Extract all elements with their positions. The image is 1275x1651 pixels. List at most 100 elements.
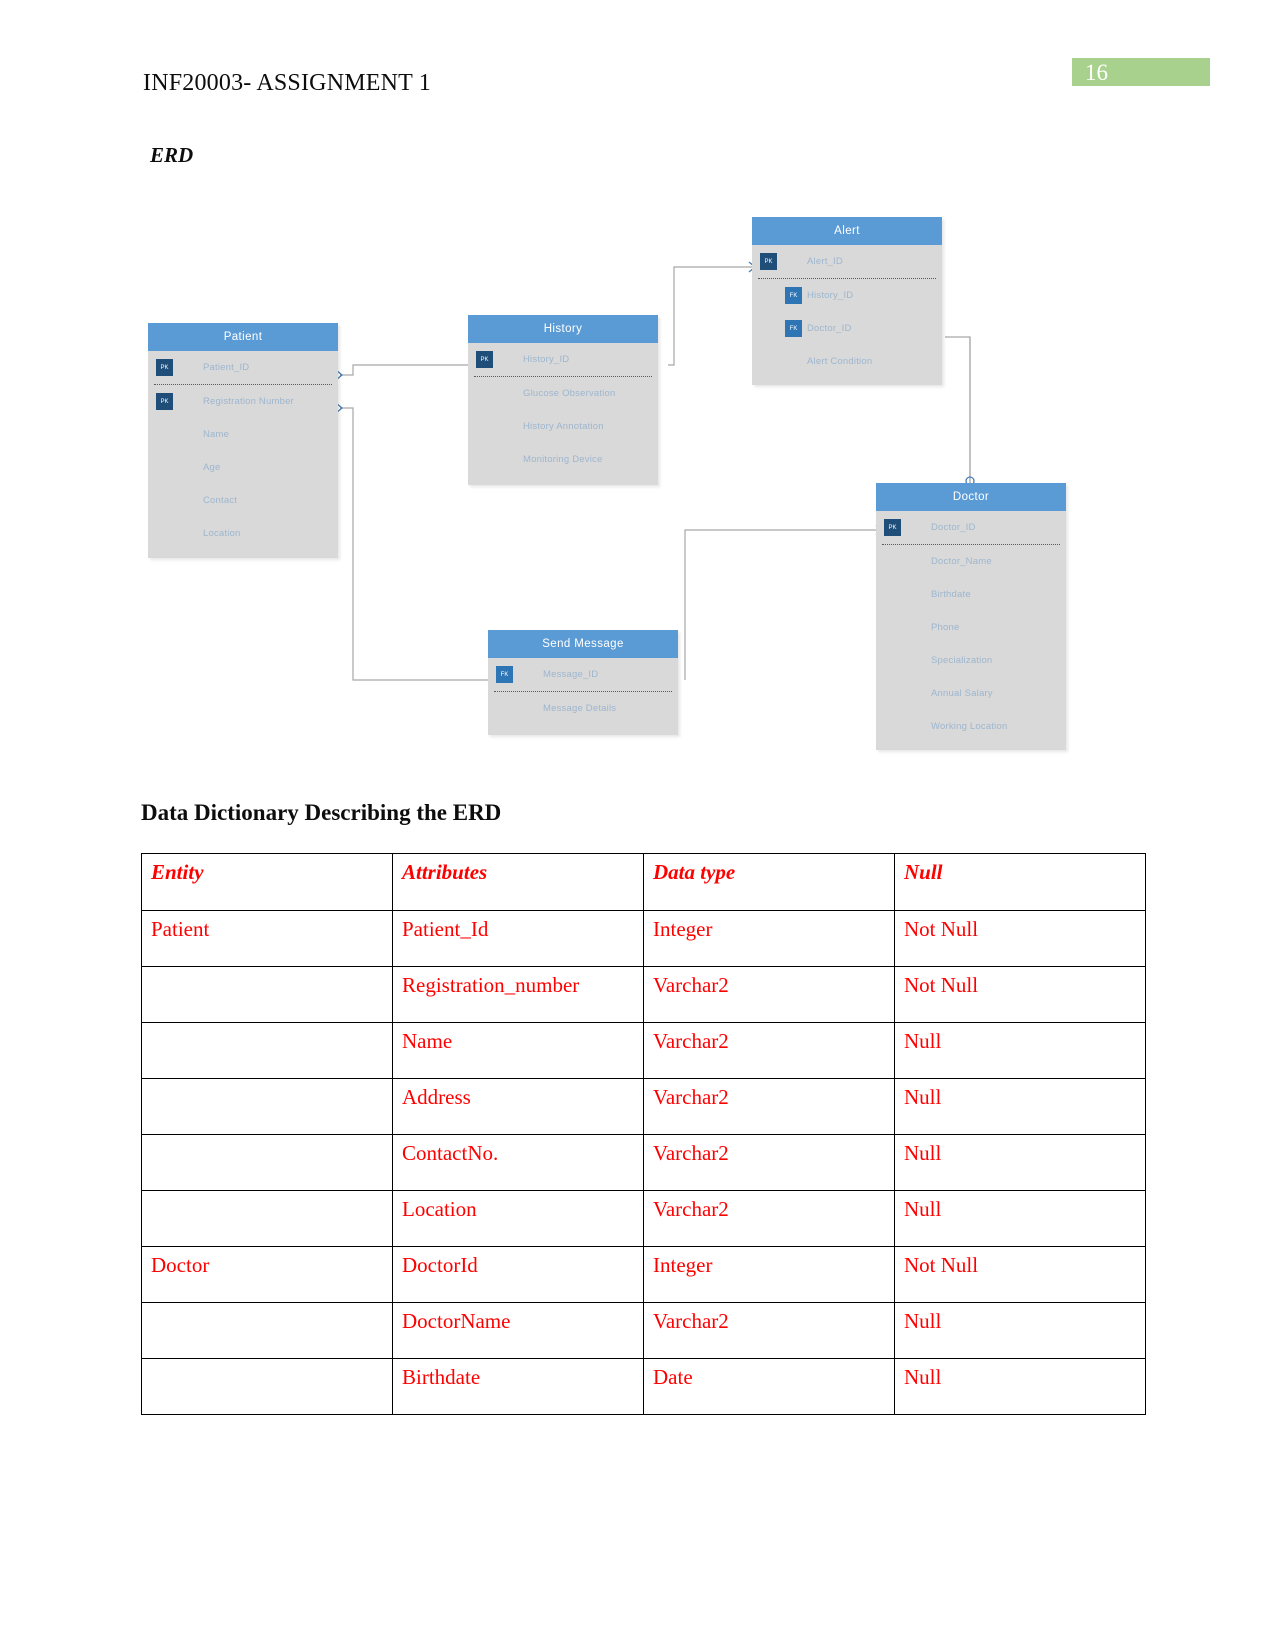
table-row: Registration_number Varchar2 Not Null [141,966,1146,1023]
erd-attribute-row: History Annotation [468,410,658,443]
cell-null: Not Null [894,910,1146,967]
erd-entity-doctor: Doctor PK Doctor_ID Doctor_Name Birthdat… [876,483,1066,750]
erd-attribute-name: Alert Condition [807,356,873,367]
cell-null: Null [894,1358,1146,1415]
erd-attribute-name: History_ID [523,354,570,365]
pk-badge-icon: PK [884,519,901,536]
erd-attribute-row: Phone [876,611,1066,644]
erd-attribute-name: Message Details [543,703,617,714]
erd-entity-send-message: Send Message FK Message_ID Message Detai… [488,630,678,735]
page-number-text: 16 [1085,60,1108,85]
erd-attribute-row: Alert Condition [752,345,942,378]
erd-attribute-row: PK Registration Number [148,385,338,418]
erd-attribute-row: Glucose Observation [468,377,658,410]
cell-entity [141,1358,393,1415]
erd-attribute-name: Age [203,462,221,473]
table-row: Address Varchar2 Null [141,1078,1146,1135]
cell-entity [141,1302,393,1359]
cell-attribute: Address [392,1078,644,1135]
cell-attribute: Name [392,1022,644,1079]
document-header: INF20003- ASSIGNMENT 1 16 [0,0,1275,120]
cell-data-type: Integer [643,1246,895,1303]
erd-attribute-row: FK Message_ID [488,658,678,691]
erd-entity-title: Doctor [876,483,1066,511]
erd-attribute-name: Birthdate [931,589,971,600]
erd-attribute-row: PK Doctor_ID [876,511,1066,544]
erd-attribute-name: History_ID [807,290,854,301]
cell-null: Not Null [894,966,1146,1023]
pk-badge-icon: PK [156,359,173,376]
fk-badge-icon: FK [785,287,802,304]
pk-badge-icon: PK [156,393,173,410]
cell-attribute: Registration_number [392,966,644,1023]
erd-attribute-row: FK History_ID [752,279,942,312]
table-row: Doctor DoctorId Integer Not Null [141,1246,1146,1303]
erd-attribute-name: Glucose Observation [523,388,616,399]
erd-attribute-name: Doctor_ID [807,323,852,334]
cell-attribute: Patient_Id [392,910,644,967]
cell-data-type: Varchar2 [643,1022,895,1079]
column-header-entity: Entity [141,853,393,911]
data-dictionary-table: Entity Attributes Data type Null Patient… [141,853,1146,1415]
cell-data-type: Varchar2 [643,1078,895,1135]
erd-entity-history: History PK History_ID Glucose Observatio… [468,315,658,485]
cell-null: Null [894,1190,1146,1247]
pk-badge-icon: PK [476,351,493,368]
cell-attribute: DoctorName [392,1302,644,1359]
erd-attribute-row: PK History_ID [468,343,658,376]
erd-attribute-name: Patient_ID [203,362,250,373]
cell-entity: Patient [141,910,393,967]
cell-entity: Doctor [141,1246,393,1303]
table-row: Location Varchar2 Null [141,1190,1146,1247]
erd-attribute-row: Specialization [876,644,1066,677]
erd-attribute-row: Age [148,451,338,484]
cell-data-type: Date [643,1358,895,1415]
table-row: Name Varchar2 Null [141,1022,1146,1079]
erd-attribute-row: Annual Salary [876,677,1066,710]
erd-attribute-name: Location [203,528,241,539]
erd-attribute-row: Contact [148,484,338,517]
pk-badge-icon: PK [760,253,777,270]
table-header-row: Entity Attributes Data type Null [141,853,1146,911]
erd-attribute-name: Doctor_ID [931,522,976,533]
erd-attribute-name: Monitoring Device [523,454,603,465]
erd-diagram: Patient PK Patient_ID PK Registration Nu… [140,195,1080,770]
erd-attribute-row: Working Location [876,710,1066,743]
cell-entity [141,966,393,1023]
cell-entity [141,1134,393,1191]
table-row: ContactNo. Varchar2 Null [141,1134,1146,1191]
table-row: Birthdate Date Null [141,1358,1146,1415]
erd-attribute-row: PK Patient_ID [148,351,338,384]
erd-attribute-name: Registration Number [203,396,294,407]
erd-attribute-row: Monitoring Device [468,443,658,476]
table-row: Patient Patient_Id Integer Not Null [141,910,1146,967]
erd-attribute-name: Doctor_Name [931,556,992,567]
erd-attribute-row: Birthdate [876,578,1066,611]
cell-entity [141,1190,393,1247]
erd-attribute-name: Specialization [931,655,993,666]
cell-null: Null [894,1022,1146,1079]
column-header-null: Null [894,853,1146,911]
cell-attribute: DoctorId [392,1246,644,1303]
cell-attribute: ContactNo. [392,1134,644,1191]
erd-attribute-row: Doctor_Name [876,545,1066,578]
fk-badge-icon: FK [785,320,802,337]
erd-attribute-row: Message Details [488,692,678,725]
cell-null: Not Null [894,1246,1146,1303]
erd-attribute-row: FK Doctor_ID [752,312,942,345]
cell-attribute: Birthdate [392,1358,644,1415]
data-dictionary-heading: Data Dictionary Describing the ERD [141,800,502,825]
table-row: DoctorName Varchar2 Null [141,1302,1146,1359]
erd-attribute-name: Contact [203,495,238,506]
erd-entity-title: Alert [752,217,942,245]
cell-data-type: Varchar2 [643,1190,895,1247]
erd-attribute-name: Working Location [931,721,1008,732]
column-header-attributes: Attributes [392,853,644,911]
erd-attribute-name: Annual Salary [931,688,993,699]
erd-attribute-row: PK Alert_ID [752,245,942,278]
erd-entity-patient: Patient PK Patient_ID PK Registration Nu… [148,323,338,558]
erd-entity-title: Patient [148,323,338,351]
cell-null: Null [894,1078,1146,1135]
erd-attribute-row: Name [148,418,338,451]
fk-badge-icon: FK [496,666,513,683]
